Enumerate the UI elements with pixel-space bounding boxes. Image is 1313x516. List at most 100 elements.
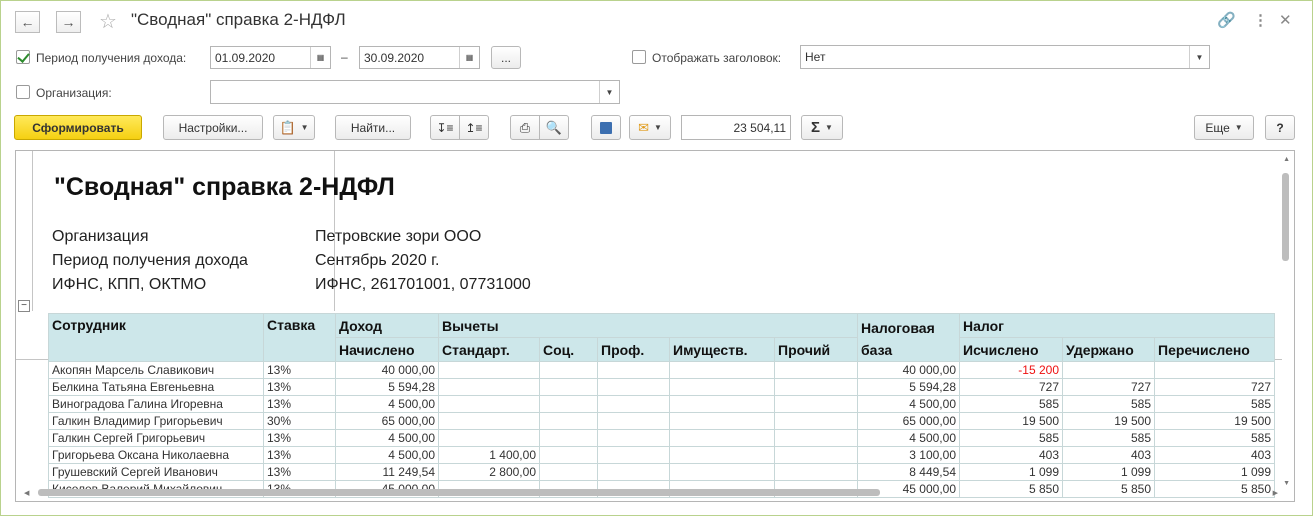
- col-tax: Налог: [959, 313, 1275, 338]
- cell-employee: Белкина Татьяна Евгеньевна: [48, 378, 264, 396]
- col-rate: Ставка: [263, 313, 336, 362]
- print-button[interactable]: ⎙: [510, 115, 540, 140]
- cell-standard: 1 400,00: [438, 446, 540, 464]
- send-email-button[interactable]: ✉ ▼: [629, 115, 671, 140]
- calendar-icon[interactable]: ▦: [310, 47, 330, 68]
- scroll-left-icon[interactable]: ◀: [24, 489, 29, 497]
- cell-transferred: 5 850: [1154, 480, 1275, 498]
- cell-withheld: 403: [1062, 446, 1155, 464]
- variants-button[interactable]: 📋 ▼: [273, 115, 315, 140]
- cell-social: [539, 361, 598, 379]
- cell-employee: Акопян Марсель Славикович: [48, 361, 264, 379]
- cell-property: [669, 361, 775, 379]
- cell-accrued: 65 000,00: [335, 412, 439, 430]
- period-select-button[interactable]: ...: [491, 46, 521, 69]
- cell-tax-base: 65 000,00: [857, 412, 960, 430]
- col-tax-base: Налоговая база: [857, 313, 960, 362]
- calendar-icon[interactable]: ▦: [459, 47, 479, 68]
- chevron-down-icon[interactable]: ▼: [599, 81, 619, 103]
- cell-social: [539, 412, 598, 430]
- chevron-down-icon: ▼: [653, 123, 662, 132]
- table-row[interactable]: Виноградова Галина Игоревна 13% 4 500,00 4 …: [48, 395, 1275, 413]
- cell-accrued: 5 594,28: [335, 378, 439, 396]
- info-value-period: Сентябрь 2020 г.: [315, 252, 440, 269]
- cell-employee: Виноградова Галина Игоревна: [48, 395, 264, 413]
- cell-other: [774, 463, 858, 481]
- cell-transferred: 727: [1154, 378, 1275, 396]
- help-button[interactable]: ?: [1265, 115, 1295, 140]
- cell-rate: 13%: [263, 395, 336, 413]
- sum-type-button[interactable]: Σ ▼: [801, 115, 843, 140]
- find-button[interactable]: Найти...: [335, 115, 411, 140]
- col-prof: Проф.: [597, 337, 670, 362]
- star-icon[interactable]: ☆: [99, 9, 117, 34]
- period-label: Период получения дохода:: [36, 51, 187, 65]
- info-label-ifns: ИФНС, КПП, ОКТМО: [52, 276, 207, 293]
- horizontal-scrollbar-thumb[interactable]: [38, 489, 880, 496]
- forward-arrow-icon[interactable]: →: [56, 11, 81, 33]
- period-checkbox[interactable]: [16, 50, 30, 64]
- group-line: [32, 151, 33, 311]
- cell-rate: 13%: [263, 446, 336, 464]
- org-select[interactable]: ▼: [210, 80, 620, 104]
- cell-calculated: 19 500: [959, 412, 1063, 430]
- table-row[interactable]: Грушевский Сергей Иванович 13% 11 249,54 2 …: [48, 463, 1275, 481]
- more-button[interactable]: Еще ▼: [1194, 115, 1254, 140]
- scroll-right-icon[interactable]: ▶: [1273, 489, 1278, 497]
- date-to-input[interactable]: 30.09.2020 ▦: [359, 46, 480, 69]
- cell-rate: 13%: [263, 378, 336, 396]
- cell-prof: [597, 446, 670, 464]
- cell-property: [669, 463, 775, 481]
- cell-standard: [438, 361, 540, 379]
- show-header-select[interactable]: Нет ▼: [800, 45, 1210, 69]
- cell-social: [539, 395, 598, 413]
- org-checkbox[interactable]: [16, 85, 30, 99]
- cell-transferred: 585: [1154, 429, 1275, 447]
- back-arrow-icon[interactable]: ←: [15, 11, 40, 33]
- col-transferred: Перечислено: [1154, 337, 1275, 362]
- link-icon[interactable]: 🔗: [1217, 11, 1236, 29]
- sum-field[interactable]: 23 504,11: [681, 115, 791, 140]
- table-body: Акопян Марсель Славикович 13% 40 000,00 40 …: [48, 361, 1275, 498]
- cell-standard: 2 800,00: [438, 463, 540, 481]
- info-value-ifns: ИФНС, 261701001, 07731000: [315, 276, 531, 293]
- sort-asc-button[interactable]: ↧≡: [430, 115, 460, 140]
- cell-other: [774, 412, 858, 430]
- cell-property: [669, 446, 775, 464]
- chevron-down-icon: ▼: [825, 123, 833, 132]
- preview-button[interactable]: 🔍: [539, 115, 569, 140]
- date-from-input[interactable]: 01.09.2020 ▦: [210, 46, 331, 69]
- cell-accrued: 11 249,54: [335, 463, 439, 481]
- save-button[interactable]: [591, 115, 621, 140]
- org-label: Организация:: [36, 86, 112, 100]
- cell-employee: Галкин Сергей Григорьевич: [48, 429, 264, 447]
- settings-button[interactable]: Настройки...: [163, 115, 263, 140]
- table-row[interactable]: Григорьева Оксана Николаевна 13% 4 500,00 1…: [48, 446, 1275, 464]
- collapse-icon[interactable]: −: [18, 300, 30, 312]
- variants-icon: 📋: [279, 119, 296, 135]
- settings-label: Настройки...: [178, 120, 248, 135]
- window-title: "Сводная" справка 2-НДФЛ: [131, 10, 346, 29]
- sum-value: 23 504,11: [733, 120, 787, 135]
- table-row[interactable]: Белкина Татьяна Евгеньевна 13% 5 594,28 5 5…: [48, 378, 1275, 396]
- cell-rate: 30%: [263, 412, 336, 430]
- find-label: Найти...: [350, 120, 396, 135]
- col-accrued: Начислено: [335, 337, 439, 362]
- show-header-checkbox[interactable]: [632, 50, 646, 64]
- report-area[interactable]: − "Сводная" справка 2-НДФЛ Организация П…: [15, 150, 1295, 502]
- col-income: Доход: [335, 313, 439, 338]
- chevron-down-icon[interactable]: ▼: [1189, 46, 1209, 68]
- scroll-down-icon[interactable]: ▼: [1283, 480, 1290, 487]
- generate-button[interactable]: Сформировать: [14, 115, 142, 140]
- sort-desc-icon: ↥≡: [465, 120, 483, 135]
- info-label-org: Организация: [52, 228, 149, 245]
- scroll-up-icon[interactable]: ▲: [1283, 156, 1290, 163]
- more-vertical-icon[interactable]: ⋮: [1253, 11, 1268, 29]
- sort-desc-button[interactable]: ↥≡: [459, 115, 489, 140]
- info-label-period: Период получения дохода: [52, 252, 248, 269]
- table-row[interactable]: Акопян Марсель Славикович 13% 40 000,00 40 …: [48, 361, 1275, 379]
- table-row[interactable]: Галкин Владимир Григорьевич 30% 65 000,00 6…: [48, 412, 1275, 430]
- table-row[interactable]: Галкин Сергей Григорьевич 13% 4 500,00 4 50…: [48, 429, 1275, 447]
- vertical-scrollbar-thumb[interactable]: [1282, 173, 1289, 261]
- close-icon[interactable]: ✕: [1279, 11, 1292, 29]
